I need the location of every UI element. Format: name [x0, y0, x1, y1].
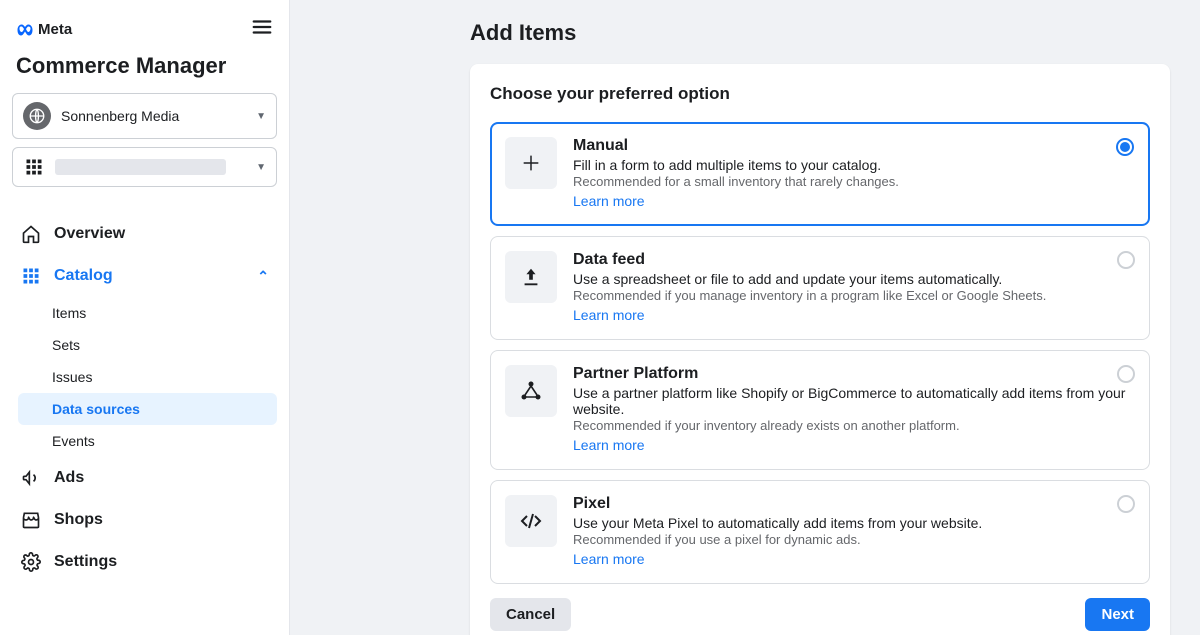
- card-heading: Choose your preferred option: [490, 84, 1150, 104]
- option-body: Partner Platform Use a partner platform l…: [573, 365, 1135, 455]
- option-plus[interactable]: Manual Fill in a form to add multiple ite…: [490, 122, 1150, 226]
- nav-ads[interactable]: Ads: [12, 457, 277, 499]
- subnav-data-sources[interactable]: Data sources: [18, 393, 277, 425]
- learn-more-link[interactable]: Learn more: [573, 193, 645, 209]
- page-title: Add Items: [470, 20, 1170, 46]
- subnav-events[interactable]: Events: [38, 425, 277, 457]
- chevron-down-icon: ▼: [256, 111, 266, 122]
- nav: Overview Catalog ⌃ Items Sets Issues Dat…: [12, 213, 277, 583]
- account-selector[interactable]: Sonnenberg Media ▼: [12, 93, 277, 139]
- catalog-placeholder: [55, 159, 226, 175]
- grid-icon: [23, 156, 45, 178]
- catalog-selector[interactable]: ▼: [12, 147, 277, 187]
- option-rec: Recommended for a small inventory that r…: [573, 174, 1135, 189]
- option-desc: Use your Meta Pixel to automatically add…: [573, 515, 1135, 531]
- code-icon: [505, 495, 557, 547]
- plus-icon: [505, 137, 557, 189]
- upload-icon: [505, 251, 557, 303]
- option-code[interactable]: Pixel Use your Meta Pixel to automaticall…: [490, 480, 1150, 584]
- cancel-button[interactable]: Cancel: [490, 598, 571, 631]
- option-rec: Recommended if your inventory already ex…: [573, 418, 1135, 433]
- next-button[interactable]: Next: [1085, 598, 1150, 631]
- shop-icon: [20, 509, 42, 531]
- option-body: Pixel Use your Meta Pixel to automaticall…: [573, 495, 1135, 569]
- options-list: Manual Fill in a form to add multiple ite…: [490, 122, 1150, 584]
- radio-indicator: [1117, 365, 1135, 383]
- nav-label: Overview: [54, 225, 125, 243]
- sidebar-header: Meta: [12, 16, 277, 47]
- home-icon: [20, 223, 42, 245]
- option-rec: Recommended if you use a pixel for dynam…: [573, 532, 1135, 547]
- card-footer: Cancel Next: [490, 598, 1150, 631]
- catalog-subnav: Items Sets Issues Data sources Events: [12, 297, 277, 457]
- option-rec: Recommended if you manage inventory in a…: [573, 288, 1135, 303]
- option-title: Partner Platform: [573, 365, 1135, 383]
- chevron-up-icon: ⌃: [257, 268, 269, 285]
- account-name: Sonnenberg Media: [61, 108, 246, 124]
- option-partner[interactable]: Partner Platform Use a partner platform l…: [490, 350, 1150, 470]
- radio-indicator: [1117, 251, 1135, 269]
- chevron-down-icon: ▼: [256, 162, 266, 173]
- meta-infinity-icon: [16, 21, 34, 39]
- menu-icon[interactable]: [251, 16, 273, 43]
- catalog-icon: [20, 265, 42, 287]
- option-desc: Fill in a form to add multiple items to …: [573, 157, 1135, 173]
- subnav-items[interactable]: Items: [38, 297, 277, 329]
- option-body: Data feed Use a spreadsheet or file to ad…: [573, 251, 1135, 325]
- nav-label: Settings: [54, 553, 117, 571]
- nav-overview[interactable]: Overview: [12, 213, 277, 255]
- option-title: Manual: [573, 137, 1135, 155]
- nav-label: Shops: [54, 511, 103, 529]
- option-desc: Use a spreadsheet or file to add and upd…: [573, 271, 1135, 287]
- option-title: Pixel: [573, 495, 1135, 513]
- card: Choose your preferred option Manual Fill …: [470, 64, 1170, 635]
- learn-more-link[interactable]: Learn more: [573, 437, 645, 453]
- nav-label: Ads: [54, 469, 84, 487]
- sidebar: Meta Commerce Manager Sonnenberg Media ▼…: [0, 0, 290, 635]
- option-title: Data feed: [573, 251, 1135, 269]
- subnav-sets[interactable]: Sets: [38, 329, 277, 361]
- radio-indicator: [1116, 138, 1134, 156]
- option-desc: Use a partner platform like Shopify or B…: [573, 385, 1135, 417]
- option-body: Manual Fill in a form to add multiple ite…: [573, 137, 1135, 211]
- partner-icon: [505, 365, 557, 417]
- globe-icon: [23, 102, 51, 130]
- meta-logo: Meta: [16, 21, 72, 39]
- brand-name: Meta: [38, 21, 72, 38]
- app-title: Commerce Manager: [12, 47, 277, 93]
- nav-label: Catalog: [54, 267, 113, 285]
- main-content: Add Items Choose your preferred option M…: [290, 0, 1200, 635]
- nav-catalog[interactable]: Catalog ⌃: [12, 255, 277, 297]
- gear-icon: [20, 551, 42, 573]
- nav-settings[interactable]: Settings: [12, 541, 277, 583]
- subnav-issues[interactable]: Issues: [38, 361, 277, 393]
- radio-indicator: [1117, 495, 1135, 513]
- megaphone-icon: [20, 467, 42, 489]
- learn-more-link[interactable]: Learn more: [573, 551, 645, 567]
- learn-more-link[interactable]: Learn more: [573, 307, 645, 323]
- nav-shops[interactable]: Shops: [12, 499, 277, 541]
- option-upload[interactable]: Data feed Use a spreadsheet or file to ad…: [490, 236, 1150, 340]
